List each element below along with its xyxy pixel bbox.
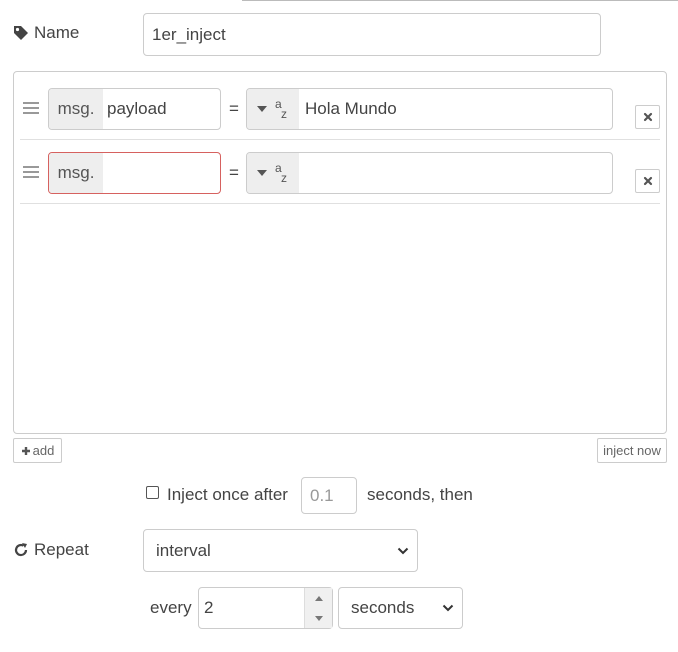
add-property-button[interactable]: add — [13, 438, 62, 463]
caret-up-icon — [315, 595, 323, 601]
interval-spinner — [304, 588, 332, 628]
caret-down-icon — [315, 615, 323, 621]
caret-down-icon — [257, 106, 267, 112]
tag-icon — [14, 26, 28, 40]
inject-now-button[interactable]: inject now — [597, 438, 667, 463]
refresh-icon — [14, 543, 28, 557]
type-select-button[interactable]: az — [247, 89, 299, 129]
az-icon: az — [275, 97, 287, 121]
chevron-down-icon — [442, 604, 454, 612]
equals-sign: = — [229, 163, 239, 182]
inject-once-label: Inject once after — [167, 485, 288, 504]
inject-delay-value: 0.1 — [310, 485, 334, 505]
name-input-value: 1er_inject — [152, 24, 226, 44]
add-button-label: add — [32, 443, 55, 458]
interval-unit-select[interactable]: seconds — [338, 587, 463, 629]
chevron-down-icon — [397, 547, 409, 554]
repeat-mode-select[interactable]: interval — [143, 529, 418, 572]
drag-handle-icon[interactable] — [23, 102, 39, 114]
drag-handle-icon[interactable] — [23, 166, 39, 178]
repeat-label-text: Repeat — [34, 540, 89, 559]
inject-now-label: inject now — [603, 443, 661, 458]
msg-prefix: msg. — [49, 89, 103, 129]
property-value-input[interactable]: az — [246, 152, 613, 194]
increment-button[interactable] — [305, 588, 333, 608]
every-label: every — [150, 598, 192, 617]
equals-sign: = — [229, 99, 239, 118]
properties-list: msg. payload = az Hola Mundo msg. = a z — [13, 71, 667, 434]
property-name-value — [103, 153, 220, 193]
name-label-text: Name — [34, 23, 80, 42]
inject-once-suffix: seconds, then — [367, 485, 473, 504]
interval-unit-value: seconds — [351, 598, 415, 617]
close-icon — [643, 112, 652, 122]
repeat-label: Repeat — [13, 539, 89, 561]
property-row: msg. payload = az Hola Mundo — [20, 78, 660, 140]
property-value-input[interactable]: az Hola Mundo — [246, 88, 613, 130]
decrement-button[interactable] — [305, 608, 333, 628]
name-label: Name — [13, 22, 79, 44]
property-name-value: payload — [107, 99, 167, 118]
repeat-mode-value: interval — [156, 540, 211, 560]
remove-property-button[interactable] — [635, 169, 660, 193]
property-value-text — [299, 153, 612, 193]
top-divider — [242, 0, 678, 1]
plus-icon — [21, 446, 30, 455]
inject-once-checkbox[interactable] — [146, 486, 159, 499]
interval-count-value: 2 — [204, 598, 214, 617]
type-select-button[interactable]: az — [247, 153, 299, 193]
inject-delay-input[interactable]: 0.1 — [301, 477, 357, 514]
property-name-input[interactable]: msg. — [48, 152, 221, 194]
property-row: msg. = az — [20, 142, 660, 204]
property-name-input[interactable]: msg. payload — [48, 88, 221, 130]
remove-property-button[interactable] — [635, 105, 660, 129]
name-input[interactable]: 1er_inject — [143, 13, 601, 56]
az-icon: az — [275, 161, 287, 185]
property-value-text: Hola Mundo — [305, 99, 397, 118]
close-icon — [643, 176, 652, 186]
caret-down-icon — [257, 170, 267, 176]
msg-prefix: msg. — [49, 153, 103, 193]
